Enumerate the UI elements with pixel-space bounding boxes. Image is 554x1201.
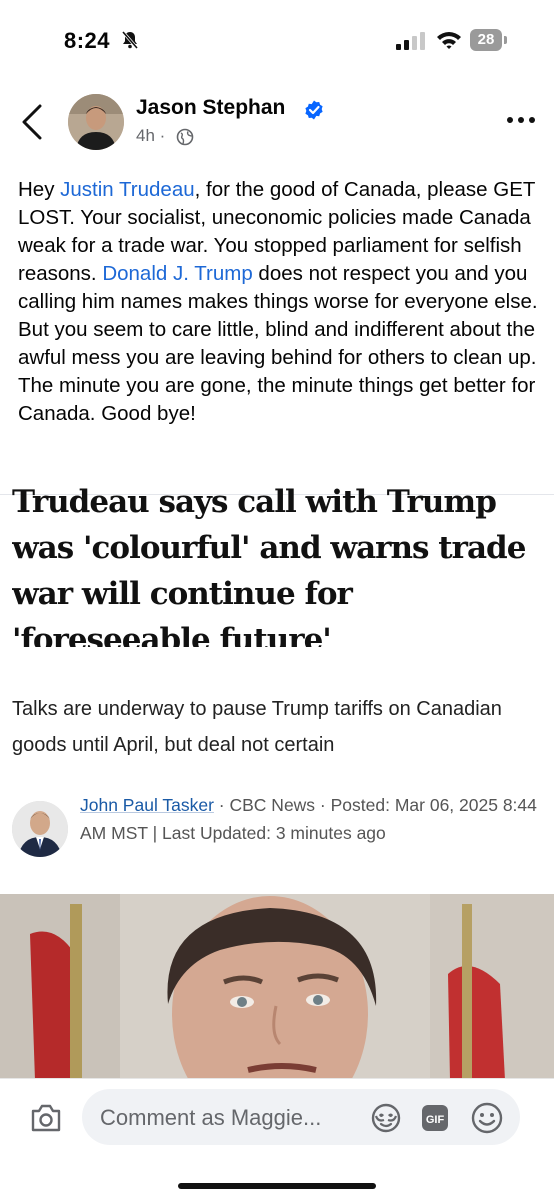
article-headline: Trudeau says call with Trump was 'colour… <box>12 487 526 647</box>
author-name[interactable]: Jason Stephan <box>136 96 285 120</box>
byline-avatar <box>12 801 68 857</box>
post-time[interactable]: 4h <box>136 126 155 145</box>
mention-justin-trudeau[interactable]: Justin Trudeau <box>60 178 194 201</box>
post-meta: 4h · <box>136 126 165 146</box>
mention-donald-trump[interactable]: Donald J. Trump <box>102 262 252 285</box>
battery-indicator: 28 <box>470 29 508 51</box>
wifi-icon <box>437 32 461 49</box>
gif-icon[interactable]: GIF <box>420 1103 450 1133</box>
post-text-segment: Hey <box>18 178 61 201</box>
byline-author[interactable]: John Paul Tasker <box>80 795 214 815</box>
battery-nub <box>504 36 507 44</box>
status-time: 8:24 <box>64 28 111 53</box>
shared-article[interactable]: Trudeau says call with Trump was 'colour… <box>0 487 554 881</box>
byline-avatar-image <box>12 801 68 857</box>
article-photo-image <box>0 894 554 1080</box>
post-header: Jason Stephan 4h · <box>0 86 554 158</box>
globe-icon <box>176 128 194 146</box>
svg-text:GIF: GIF <box>426 1114 445 1126</box>
author-avatar[interactable] <box>68 94 124 150</box>
meta-separator: · <box>159 126 166 145</box>
status-bar: 8:24 28 <box>0 0 554 80</box>
comment-placeholder: Comment as Maggie... <box>100 1105 322 1130</box>
bell-slash-icon <box>121 31 139 49</box>
post-text-segment: does not respect you and you calling him… <box>18 262 538 425</box>
comment-input[interactable]: Comment as Maggie... GIF <box>82 1089 520 1145</box>
article-byline: John Paul Tasker · CBC News · Posted: Ma… <box>80 791 540 847</box>
article-photo[interactable] <box>0 894 554 1080</box>
byline-outlet: · CBC News · <box>213 795 331 815</box>
author-avatar-image <box>68 94 124 150</box>
verified-icon <box>305 100 323 120</box>
camera-icon[interactable] <box>30 1103 62 1133</box>
comment-bar: Comment as Maggie... GIF <box>0 1078 554 1201</box>
signal-icon <box>396 32 425 50</box>
home-indicator <box>178 1183 376 1189</box>
more-icon[interactable] <box>506 116 536 124</box>
article-headline-clip: Trudeau says call with Trump was 'colour… <box>12 487 546 647</box>
back-icon[interactable] <box>20 104 44 140</box>
article-deck: Talks are underway to pause Trump tariff… <box>12 698 502 756</box>
post-text: Hey Justin Trudeau, for the good of Cana… <box>18 176 542 428</box>
battery-level: 28 <box>470 29 502 51</box>
emoji-icon[interactable] <box>470 1101 504 1135</box>
avatar-sticker-icon[interactable] <box>370 1102 402 1134</box>
